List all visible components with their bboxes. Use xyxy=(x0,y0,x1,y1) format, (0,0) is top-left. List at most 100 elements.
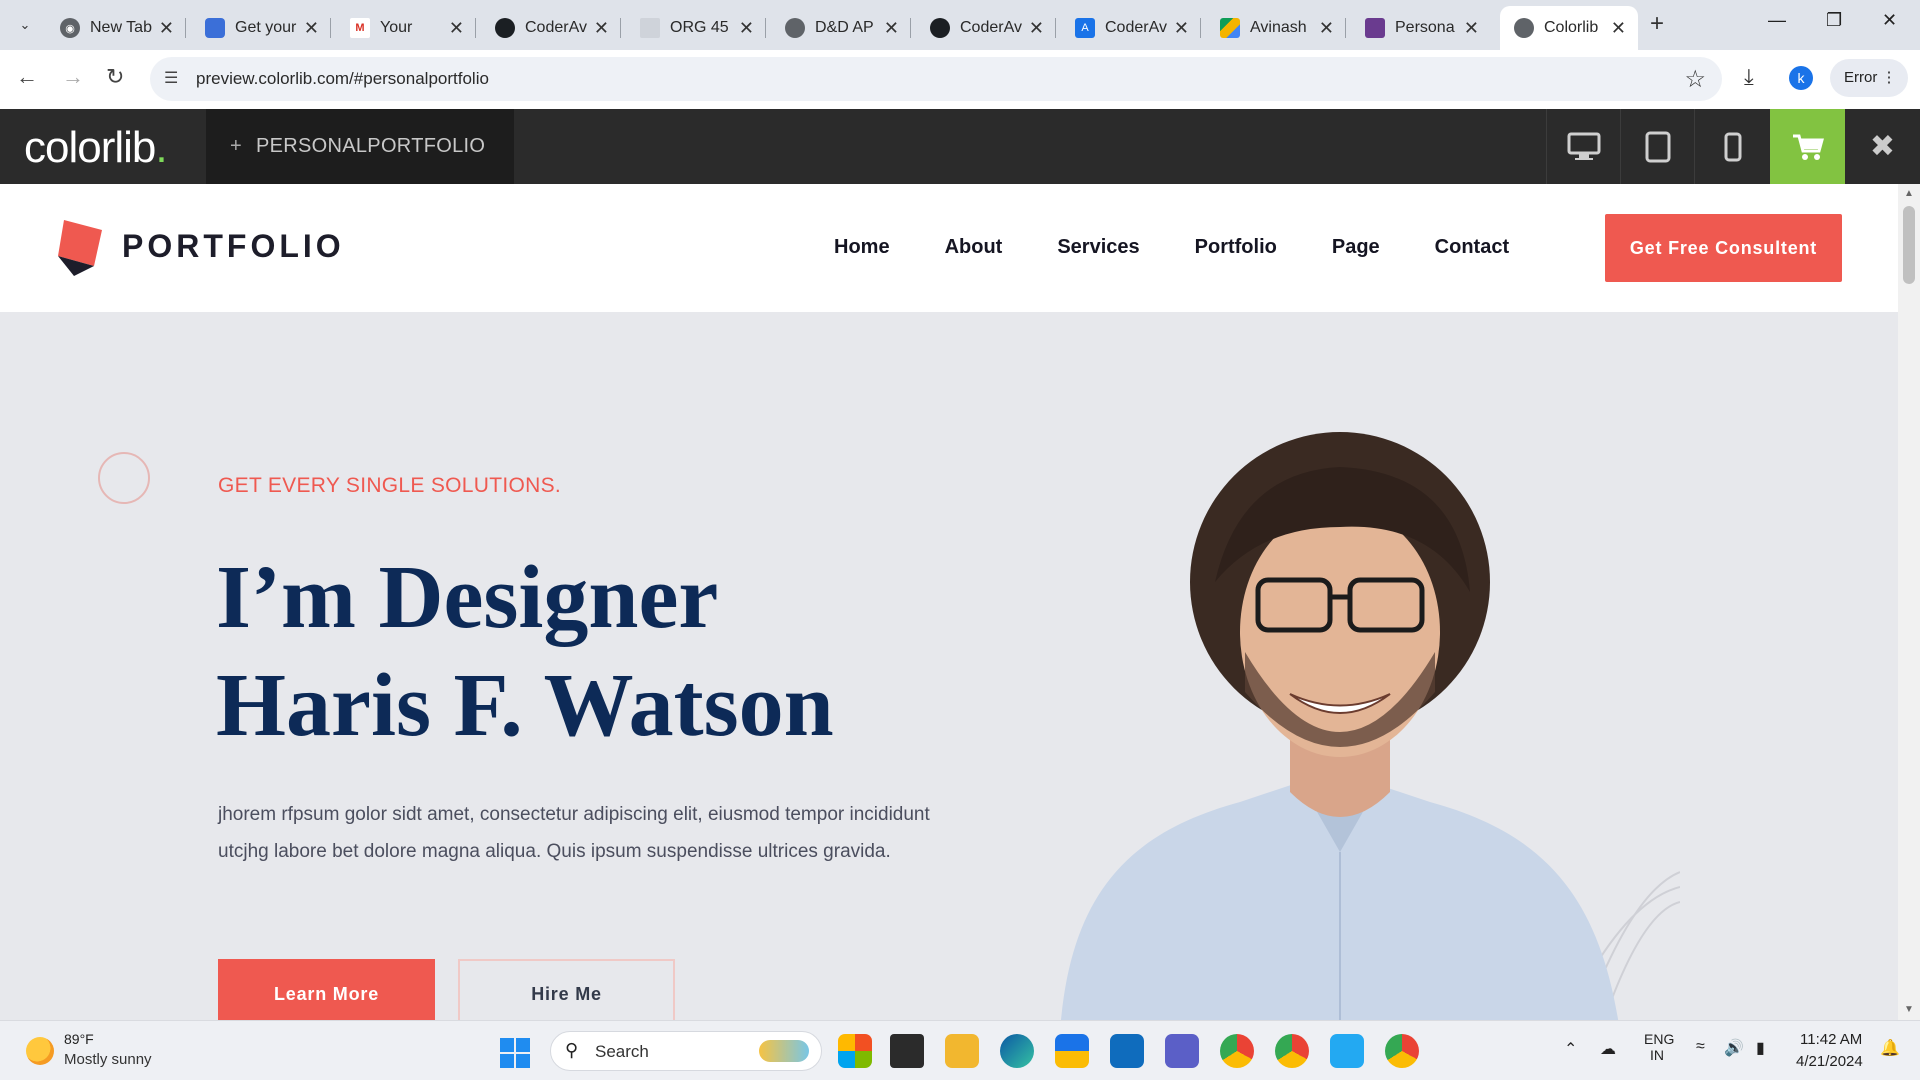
github-icon xyxy=(930,18,950,38)
nav-contact[interactable]: Contact xyxy=(1435,236,1509,259)
weather-sun-icon[interactable] xyxy=(26,1037,54,1065)
lang-line1: ENG xyxy=(1644,1031,1675,1047)
edge-icon[interactable] xyxy=(1000,1034,1034,1068)
site-settings-icon[interactable]: ☰ xyxy=(164,68,178,88)
taskbar-search[interactable]: ⚲ Search xyxy=(550,1031,822,1071)
forward-arrow-icon[interactable]: → xyxy=(62,64,84,90)
theme-selector[interactable]: + PERSONALPORTFOLIO xyxy=(206,109,514,184)
tablet-icon xyxy=(1645,131,1670,162)
scroll-down-icon[interactable]: ▼ xyxy=(1904,1004,1914,1015)
tray-chevron-up-icon[interactable]: ⌃ xyxy=(1564,1039,1577,1059)
mobile-view-button[interactable] xyxy=(1694,109,1770,184)
page-scrollbar[interactable]: ▲ ▼ xyxy=(1898,184,1920,1020)
close-tab-icon[interactable]: ✕ xyxy=(1174,18,1189,39)
tab-github-2[interactable]: CoderAv ✕ xyxy=(916,6,1056,50)
tab-title: CoderAv xyxy=(960,19,1022,36)
search-highlight-icon xyxy=(759,1040,809,1062)
tab-strip: ⌄ ◉ New Tab ✕ Get your ✕ M Your ✕ CoderA… xyxy=(0,0,1920,50)
tab-dnd[interactable]: D&D AP ✕ xyxy=(771,6,911,50)
drive-icon xyxy=(1220,18,1240,38)
chrome-profile-icon[interactable] xyxy=(1275,1034,1309,1068)
main-nav: Home About Services Portfolio Page Conta… xyxy=(834,236,1564,259)
copilot-icon[interactable] xyxy=(838,1034,872,1068)
close-tab-icon[interactable]: ✕ xyxy=(1029,18,1044,39)
nav-services[interactable]: Services xyxy=(1057,236,1139,259)
minimize-icon[interactable]: — xyxy=(1768,10,1786,31)
get-free-consultant-button[interactable]: Get Free Consultent xyxy=(1605,214,1842,282)
remote-desktop-icon[interactable] xyxy=(1110,1034,1144,1068)
bookmark-star-icon[interactable]: ☆ xyxy=(1684,65,1706,94)
tab-github-1[interactable]: CoderAv ✕ xyxy=(481,6,621,50)
scroll-thumb[interactable] xyxy=(1903,206,1915,284)
tab-org45[interactable]: ORG 45 ✕ xyxy=(626,6,766,50)
back-arrow-icon[interactable]: ← xyxy=(16,64,38,90)
chrome-taskbar-icon[interactable] xyxy=(1220,1034,1254,1068)
cart-icon xyxy=(1792,134,1824,160)
window-close-icon[interactable]: ✕ xyxy=(1882,10,1897,31)
close-tab-icon[interactable]: ✕ xyxy=(159,18,174,39)
lang-indicator[interactable]: ENG IN xyxy=(1644,1031,1674,1063)
notification-bell-icon[interactable]: 🔔 xyxy=(1880,1038,1900,1058)
colorlib-preview-bar: colorlib. + PERSONALPORTFOLIO ✖ xyxy=(0,109,1920,184)
scroll-up-icon[interactable]: ▲ xyxy=(1904,188,1914,199)
hero-title-line1: I’m Designer xyxy=(216,548,719,647)
onedrive-icon[interactable]: ☁ xyxy=(1600,1039,1616,1059)
download-icon[interactable]: ⤓ xyxy=(1744,64,1754,90)
nav-portfolio[interactable]: Portfolio xyxy=(1195,236,1277,259)
store-icon[interactable] xyxy=(1055,1034,1089,1068)
tab-gmail[interactable]: M Your ✕ xyxy=(336,6,476,50)
close-tab-icon[interactable]: ✕ xyxy=(304,18,319,39)
decorative-ring xyxy=(98,452,150,504)
reload-icon[interactable]: ↻ xyxy=(106,64,124,90)
nav-about[interactable]: About xyxy=(945,236,1003,259)
tab-search-chevron-icon[interactable]: ⌄ xyxy=(12,12,38,38)
tab-title: Get your xyxy=(235,19,297,36)
nav-home[interactable]: Home xyxy=(834,236,890,259)
tab-new-tab[interactable]: ◉ New Tab ✕ xyxy=(46,6,186,50)
restore-icon[interactable]: ❐ xyxy=(1826,10,1842,31)
close-tab-icon[interactable]: ✕ xyxy=(1319,18,1334,39)
tab-drive[interactable]: Avinash ✕ xyxy=(1206,6,1346,50)
tab-get-your[interactable]: Get your ✕ xyxy=(191,6,331,50)
vscode-icon[interactable] xyxy=(1330,1034,1364,1068)
gmail-icon: M xyxy=(350,18,370,38)
close-tab-icon[interactable]: ✕ xyxy=(1464,18,1479,39)
desktop-icon xyxy=(1567,132,1600,160)
search-icon: ⚲ xyxy=(565,1040,579,1060)
windows-start-icon[interactable] xyxy=(500,1038,530,1068)
hire-me-button[interactable]: Hire Me xyxy=(458,959,675,1020)
wifi-icon[interactable]: ≈ xyxy=(1696,1038,1705,1056)
close-tab-icon[interactable]: ✕ xyxy=(1611,18,1626,39)
file-explorer-icon[interactable] xyxy=(945,1034,979,1068)
clock-date[interactable]: 4/21/2024 xyxy=(1796,1053,1863,1070)
learn-more-button[interactable]: Learn More xyxy=(218,959,435,1020)
desktop-view-button[interactable] xyxy=(1546,109,1620,184)
nav-page[interactable]: Page xyxy=(1332,236,1380,259)
new-tab-plus-icon[interactable]: + xyxy=(1650,10,1664,38)
tab-colorlib-active[interactable]: Colorlib ✕ xyxy=(1500,6,1638,50)
volume-icon[interactable]: 🔊 xyxy=(1724,1038,1744,1058)
teams-icon[interactable] xyxy=(1165,1034,1199,1068)
close-tab-icon[interactable]: ✕ xyxy=(449,18,464,39)
battery-icon[interactable]: ▮ xyxy=(1756,1038,1765,1058)
chrome-canary-icon[interactable] xyxy=(1385,1034,1419,1068)
close-preview-icon[interactable]: ✖ xyxy=(1845,109,1920,184)
app-icon: A xyxy=(1075,18,1095,38)
terminal-icon[interactable] xyxy=(890,1034,924,1068)
tablet-view-button[interactable] xyxy=(1620,109,1694,184)
close-tab-icon[interactable]: ✕ xyxy=(594,18,609,39)
clock-time[interactable]: 11:42 AM xyxy=(1800,1031,1862,1048)
tab-personal[interactable]: Persona ✕ xyxy=(1351,6,1491,50)
profile-avatar[interactable]: k xyxy=(1789,66,1813,90)
error-chip[interactable]: Error ⋮ xyxy=(1830,59,1908,97)
url-input[interactable]: ☰ preview.colorlib.com/#personalportfoli… xyxy=(150,57,1722,101)
colorlib-logo[interactable]: colorlib. xyxy=(24,123,168,173)
tab-coderav[interactable]: A CoderAv ✕ xyxy=(1061,6,1201,50)
brand-logo[interactable]: PORTFOLIO xyxy=(56,216,345,276)
search-label: Search xyxy=(595,1042,649,1061)
close-tab-icon[interactable]: ✕ xyxy=(884,18,899,39)
mobile-icon xyxy=(1724,132,1741,161)
lang-line2: IN xyxy=(1650,1047,1664,1063)
buy-cart-button[interactable] xyxy=(1770,109,1845,184)
close-tab-icon[interactable]: ✕ xyxy=(739,18,754,39)
